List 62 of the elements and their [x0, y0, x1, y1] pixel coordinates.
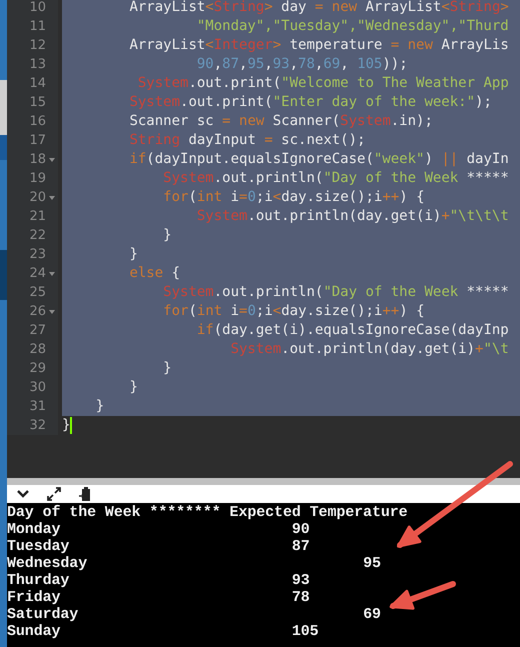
code-line: } — [128, 245, 138, 264]
code-line: } — [162, 359, 172, 378]
code-line: if(day.get(i).equalsIgnoreCase(dayInp — [196, 321, 509, 340]
code-line: String dayInput = sc.next(); — [128, 131, 366, 150]
line-number: 24 — [29, 265, 46, 283]
line-number: 17 — [29, 132, 46, 150]
fold-icon[interactable] — [49, 196, 55, 200]
code-line: } — [128, 378, 138, 397]
fold-icon[interactable] — [49, 158, 55, 162]
code-line: } — [162, 226, 172, 245]
code-line: ArrayList<Integer> temperature = new ArrayLis — [128, 36, 509, 55]
line-number: 10 — [29, 0, 46, 17]
console-line: Day of the Week ******** Expected Temperature — [7, 504, 408, 521]
code-line: System.out.print("Welcome to The Weather App — [136, 74, 509, 93]
line-number: 28 — [29, 341, 46, 359]
code-line: Scanner sc = new Scanner(System.in); — [128, 112, 433, 131]
fold-icon[interactable] — [49, 310, 55, 314]
line-number: 26 — [29, 303, 46, 321]
line-number: 25 — [29, 284, 46, 302]
code-line: } — [94, 397, 104, 416]
line-number: 18 — [29, 151, 46, 169]
line-number: 23 — [29, 246, 46, 264]
code-line: System.out.print("Enter day of the week:"); — [128, 93, 492, 112]
clipboard-icon[interactable] — [79, 486, 91, 502]
line-number: 32 — [29, 417, 46, 435]
code-line: if(dayInput.equalsIgnoreCase("week") || dayIn — [128, 150, 509, 169]
code-line: } — [62, 416, 70, 435]
code-line: System.out.println("Day of the Week ***** — [162, 169, 509, 188]
line-number: 16 — [29, 113, 46, 131]
code-line: "Monday","Tuesday","Wednesday","Thurd — [196, 17, 509, 36]
line-number: 15 — [29, 94, 46, 112]
line-number: 13 — [29, 56, 46, 74]
code-line: for(int i=0;i<day.size();i++) { — [162, 188, 425, 207]
line-number: 14 — [29, 75, 46, 93]
line-number: 21 — [29, 208, 46, 226]
line-number: 29 — [29, 360, 46, 378]
expand-icon[interactable] — [47, 487, 61, 501]
code-line: System.out.println(day.get(i)+"\t — [230, 340, 509, 359]
console-line: Saturday 69 — [7, 606, 381, 623]
annotation-arrow — [390, 581, 456, 610]
console-line: Thurday 93 — [7, 572, 310, 589]
code-line: for(int i=0;i<day.size();i++) { — [162, 302, 425, 321]
code-line: System.out.println("Day of the Week ***** — [162, 283, 509, 302]
console-line: Tuesday 87 — [7, 538, 310, 555]
code-line: else { — [128, 264, 180, 283]
code-line: 90,87,95,93,78,69, 105)); — [196, 55, 408, 74]
code-line: ArrayList<String> day = new ArrayList<String> — [128, 0, 509, 17]
fold-icon[interactable] — [49, 272, 55, 276]
line-number: 11 — [29, 18, 46, 36]
line-number: 22 — [29, 227, 46, 245]
line-number: 27 — [29, 322, 46, 340]
line-number: 20 — [29, 189, 46, 207]
line-number: 31 — [29, 398, 46, 416]
console-line: Friday 78 — [7, 589, 310, 606]
line-number: 19 — [29, 170, 46, 188]
line-number: 30 — [29, 379, 46, 397]
console-line: Monday 90 — [7, 521, 310, 538]
line-number: 12 — [29, 37, 46, 55]
code-line: System.out.println(day.get(i)+"\t\t\t — [196, 207, 509, 226]
console-line: Wednesday 95 — [7, 555, 381, 572]
chevron-down-icon[interactable] — [17, 490, 29, 498]
console-line: Sunday 105 — [7, 623, 319, 640]
